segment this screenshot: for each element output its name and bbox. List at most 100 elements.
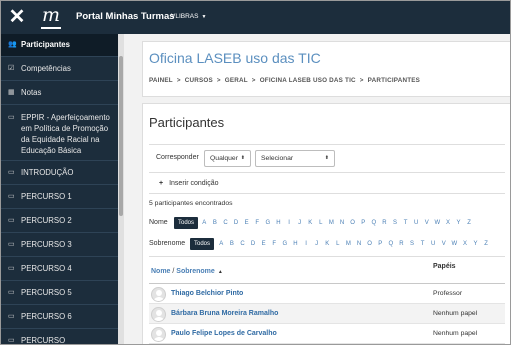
course-title[interactable]: Oficina LASEB uso das TIC	[149, 50, 321, 66]
sidebar-item[interactable]: ▦ Notas	[1, 80, 118, 104]
first-initial-letter[interactable]: T	[400, 217, 411, 229]
sidebar-scrollbar[interactable]	[118, 34, 124, 344]
last-initial-letter[interactable]: R	[396, 238, 407, 250]
last-initial-letter[interactable]: I	[301, 238, 312, 250]
sidebar-item[interactable]: ▭ PERCURSO	[1, 328, 118, 344]
sort-by-last-name[interactable]: Sobrenome	[176, 268, 215, 275]
last-initial-letter[interactable]: E	[258, 238, 269, 250]
sidebar-item[interactable]: ▭ PERCURSO 2	[1, 208, 118, 232]
last-initial-label: Sobrenome	[149, 240, 186, 247]
column-header-name[interactable]: Nome / Sobrenome ▲	[151, 268, 223, 275]
first-initial-letter[interactable]: W	[432, 217, 443, 229]
first-initial-letter[interactable]: I	[284, 217, 295, 229]
last-initial-letter[interactable]: A	[216, 238, 227, 250]
participant-role: Nenhum papel	[433, 330, 478, 337]
sidebar-item[interactable]: ▭ INTRODUÇÃO	[1, 160, 118, 184]
last-initial-letter[interactable]: U	[428, 238, 439, 250]
first-initial-letter[interactable]: D	[231, 217, 242, 229]
first-initial-letter[interactable]: J	[294, 217, 305, 229]
first-initial-letter[interactable]: H	[273, 217, 284, 229]
last-initial-letter[interactable]: N	[354, 238, 365, 250]
sidebar-item[interactable]: ▭ EPPIR - Aperfeiçoamento em Política de …	[1, 104, 118, 160]
last-initial-letter[interactable]: Q	[386, 238, 397, 250]
first-initial-letter[interactable]: S	[390, 217, 401, 229]
first-initial-letter[interactable]: B	[210, 217, 221, 229]
sidebar-item[interactable]: ▭ PERCURSO 6	[1, 304, 118, 328]
add-condition-button[interactable]: + Inserir condição	[159, 180, 219, 187]
site-logo[interactable]: m	[41, 5, 61, 29]
sort-by-first-name[interactable]: Nome	[151, 268, 170, 275]
language-menu[interactable]: VLIBRAS ▼	[171, 13, 206, 20]
first-initial-letter[interactable]: N	[337, 217, 348, 229]
last-initial-letter[interactable]: W	[449, 238, 460, 250]
first-initial-letter[interactable]: K	[305, 217, 316, 229]
first-initial-letter[interactable]: Y	[453, 217, 464, 229]
close-icon[interactable]: ✕	[7, 7, 27, 27]
last-initial-letter[interactable]: C	[237, 238, 248, 250]
first-initial-letter[interactable]: U	[411, 217, 422, 229]
participant-name-link[interactable]: Thiago Belchior Pinto	[171, 290, 243, 297]
sidebar-item-label: PERCURSO 4	[21, 264, 72, 273]
last-initial-letter[interactable]: D	[248, 238, 259, 250]
first-initial-letter[interactable]: L	[316, 217, 327, 229]
first-initial-letter[interactable]: V	[421, 217, 432, 229]
last-initial-letter[interactable]: X	[460, 238, 471, 250]
participant-name-link[interactable]: Paulo Felipe Lopes de Carvalho	[171, 330, 277, 337]
sidebar-item[interactable]: 👥 Participantes	[1, 34, 118, 56]
avatar[interactable]	[151, 307, 166, 322]
first-initial-letter[interactable]: M	[326, 217, 337, 229]
filter-type-select[interactable]: Selecionar ⬍	[255, 150, 335, 167]
first-initial-letter[interactable]: C	[220, 217, 231, 229]
avatar[interactable]	[151, 287, 166, 302]
sidebar-item[interactable]: ▭ PERCURSO 5	[1, 280, 118, 304]
breadcrumb-separator-icon: >	[359, 77, 364, 84]
first-initial-letter[interactable]: E	[241, 217, 252, 229]
avatar-head-shape	[156, 290, 162, 296]
sidebar-scroll-thumb[interactable]	[119, 56, 123, 216]
last-initial-letter[interactable]: O	[364, 238, 375, 250]
first-initial-letter[interactable]: Q	[369, 217, 380, 229]
first-initial-letter[interactable]: F	[252, 217, 263, 229]
last-initial-all-button[interactable]: Todos	[190, 238, 215, 250]
folder-icon: ▭	[8, 169, 15, 176]
last-initial-letter[interactable]: P	[375, 238, 386, 250]
sidebar-item-label: EPPIR - Aperfeiçoamento em Política de P…	[21, 113, 110, 155]
last-initial-letter[interactable]: G	[280, 238, 291, 250]
first-initial-letter[interactable]: A	[199, 217, 210, 229]
last-initial-letter[interactable]: B	[227, 238, 238, 250]
first-initial-letter[interactable]: G	[263, 217, 274, 229]
breadcrumb-link[interactable]: GERAL	[225, 77, 248, 84]
last-initial-letter[interactable]: L	[333, 238, 344, 250]
last-initial-letter[interactable]: J	[311, 238, 322, 250]
first-initial-all-button[interactable]: Todos	[174, 217, 199, 229]
first-initial-letter[interactable]: P	[358, 217, 369, 229]
first-initial-letter[interactable]: Z	[464, 217, 475, 229]
participant-name-link[interactable]: Bárbara Bruna Moreira Ramalho	[171, 310, 278, 317]
divider	[149, 172, 505, 173]
site-title[interactable]: Portal Minhas Turmas	[76, 11, 175, 22]
avatar[interactable]	[151, 327, 166, 342]
last-initial-letter[interactable]: K	[322, 238, 333, 250]
last-initial-letter[interactable]: M	[343, 238, 354, 250]
last-initial-letter[interactable]: Y	[470, 238, 481, 250]
last-initial-letter[interactable]: T	[417, 238, 428, 250]
last-initial-letter[interactable]: F	[269, 238, 280, 250]
first-initial-letter[interactable]: X	[443, 217, 454, 229]
breadcrumb-link[interactable]: CURSOS	[185, 77, 213, 84]
last-initial-letter[interactable]: H	[290, 238, 301, 250]
sidebar-item[interactable]: ▭ PERCURSO 3	[1, 232, 118, 256]
first-initial-letters: ABCDEFGHIJKLMNOPQRSTUVWXYZ	[199, 217, 474, 229]
first-initial-letter[interactable]: R	[379, 217, 390, 229]
app-window: ✕ m Portal Minhas Turmas VLIBRAS ▼ 👥 Parti…	[0, 0, 511, 345]
folder-icon: ▭	[8, 241, 15, 248]
last-initial-letter[interactable]: S	[407, 238, 418, 250]
breadcrumb-link[interactable]: PAINEL	[149, 77, 173, 84]
sidebar-item[interactable]: ☑ Competências	[1, 56, 118, 80]
last-initial-letter[interactable]: V	[438, 238, 449, 250]
first-initial-letter[interactable]: O	[347, 217, 358, 229]
breadcrumb-link[interactable]: OFICINA LASEB USO DAS TIC	[260, 77, 356, 84]
last-initial-letter[interactable]: Z	[481, 238, 492, 250]
sidebar-item[interactable]: ▭ PERCURSO 4	[1, 256, 118, 280]
match-select[interactable]: Qualquer ⬍	[204, 150, 251, 167]
sidebar-item[interactable]: ▭ PERCURSO 1	[1, 184, 118, 208]
